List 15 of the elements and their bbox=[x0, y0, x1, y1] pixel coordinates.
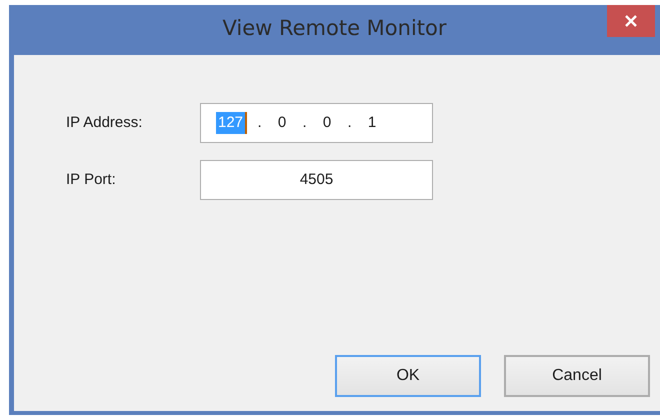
close-button[interactable] bbox=[607, 5, 655, 37]
separator-dot: . bbox=[256, 112, 263, 133]
ip-address-field[interactable]: 127 . 0 . 0 . 1 bbox=[200, 103, 433, 143]
field-label: IP Port: bbox=[66, 170, 117, 190]
field-label: IP Address: bbox=[66, 112, 144, 133]
cancel-button[interactable]: Cancel bbox=[504, 355, 650, 397]
ip-octet[interactable]: 0 bbox=[272, 112, 292, 134]
port-field[interactable]: 4505 bbox=[200, 160, 433, 200]
close-icon bbox=[624, 14, 638, 28]
ip-octet[interactable]: 1 bbox=[362, 112, 382, 134]
ok-button[interactable]: OK bbox=[335, 355, 481, 397]
ip-octet[interactable]: 0 bbox=[317, 112, 338, 134]
window-title: View Remote Monitor bbox=[222, 15, 447, 42]
separator-dot: . bbox=[301, 112, 308, 133]
separator-dot: . bbox=[346, 112, 353, 133]
